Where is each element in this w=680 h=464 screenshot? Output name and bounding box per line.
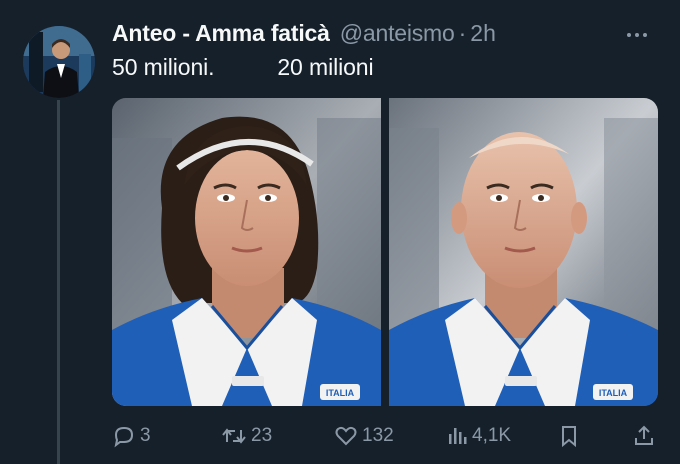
reply-button[interactable]: 3	[112, 420, 151, 452]
like-icon	[335, 426, 357, 446]
badge-right: ITALIA	[599, 388, 628, 398]
views-count: 4,1K	[472, 425, 512, 446]
avatar-image	[23, 26, 95, 98]
like-count: 132	[362, 425, 394, 446]
share-icon	[635, 425, 653, 445]
separator-dot: ·	[458, 20, 467, 46]
retweet-count: 23	[251, 425, 273, 446]
timestamp[interactable]: 2h	[470, 20, 496, 47]
user-handle[interactable]: @anteismo	[340, 20, 455, 47]
reply-count: 3	[140, 425, 151, 446]
badge-left: ITALIA	[326, 388, 355, 398]
views-button[interactable]: 4,1K	[446, 420, 511, 452]
thread-line	[57, 100, 60, 464]
more-icon[interactable]	[622, 24, 652, 46]
tweet-header: Anteo - Amma faticà @anteismo · 2h	[112, 20, 496, 50]
reply-icon	[114, 426, 134, 448]
media-photo-left[interactable]: ITALIA	[112, 98, 381, 406]
media-photo-right[interactable]: ITALIA	[389, 98, 658, 406]
bookmark-icon	[562, 426, 576, 448]
like-button[interactable]: 132	[334, 420, 394, 452]
retweet-button[interactable]: 23	[221, 420, 272, 452]
action-bar: 3 23 132 4,1K	[108, 420, 660, 452]
bookmark-button[interactable]	[558, 420, 580, 452]
tweet-text: 50 milioni. 20 milioni	[112, 54, 374, 80]
views-icon	[449, 428, 467, 444]
display-name[interactable]: Anteo - Amma faticà	[112, 20, 330, 47]
share-button[interactable]	[633, 420, 655, 452]
avatar[interactable]	[23, 26, 95, 98]
retweet-icon	[222, 428, 246, 444]
